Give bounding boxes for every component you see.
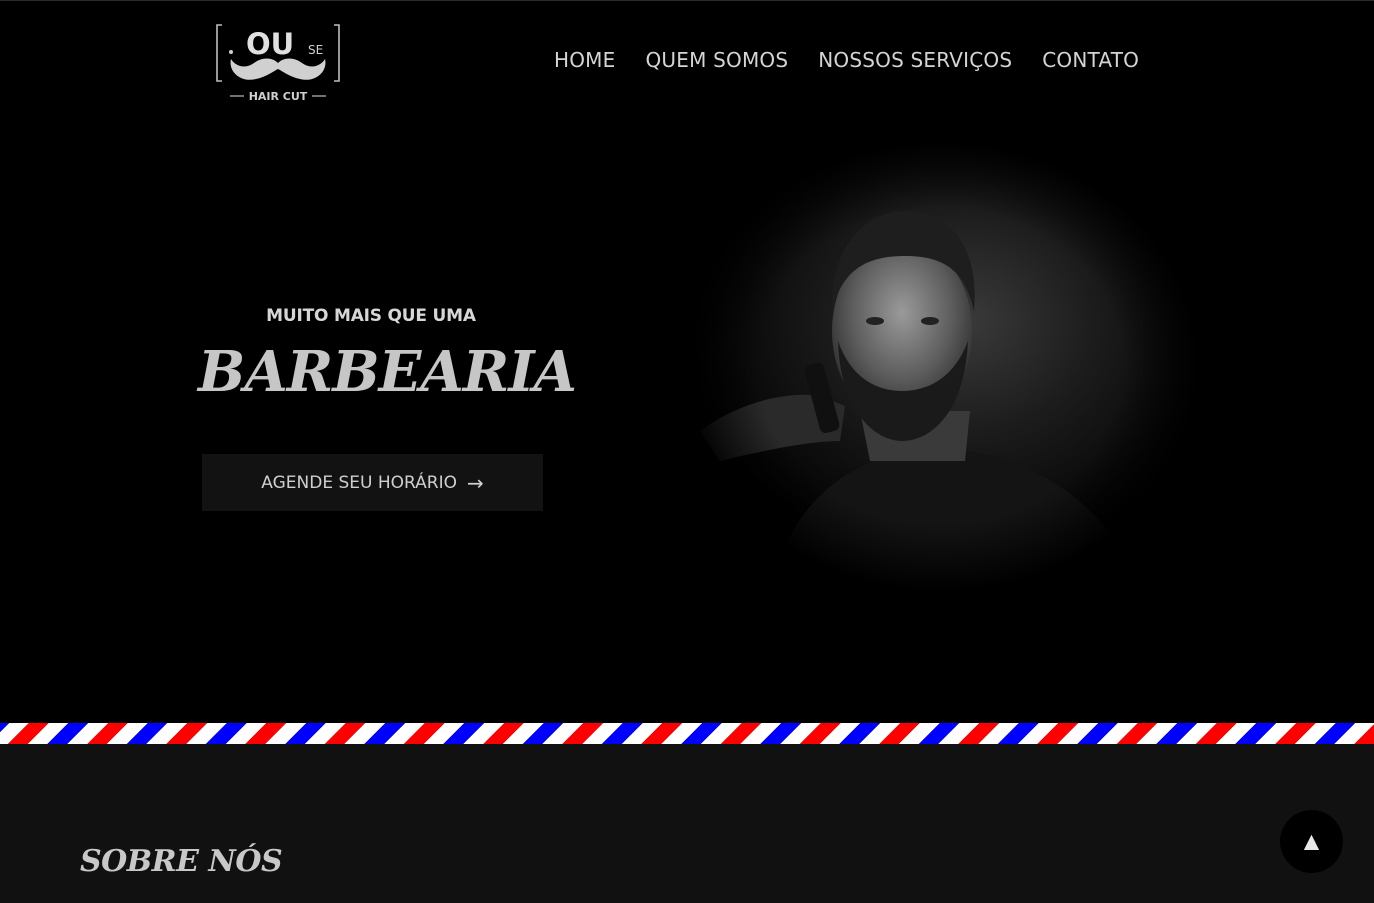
page: OU SE HAIR CUT HOME QUEM SOMOS NOSSOS SE… bbox=[0, 0, 1374, 903]
hero-text: MUITO MAIS QUE UMA BARBEARIA bbox=[198, 301, 577, 409]
nav-contato[interactable]: CONTATO bbox=[1042, 45, 1139, 75]
nav-quem-somos[interactable]: QUEM SOMOS bbox=[645, 45, 788, 75]
arrow-right-icon: → bbox=[466, 470, 484, 495]
schedule-button-label: AGENDE SEU HORÁRIO bbox=[261, 472, 457, 493]
about-title: SOBRE NÓS bbox=[80, 844, 283, 879]
logo-main-text: OU bbox=[246, 27, 294, 61]
nav-home[interactable]: HOME bbox=[554, 45, 615, 75]
barber-stripe-divider bbox=[0, 723, 1374, 744]
logo-tagline: HAIR CUT bbox=[249, 90, 308, 103]
logo-small-text: SE bbox=[308, 43, 323, 57]
nav-nossos-servicos[interactable]: NOSSOS SERVIÇOS bbox=[818, 45, 1012, 75]
arrow-up-icon: ▲ bbox=[1298, 825, 1325, 856]
schedule-button[interactable]: AGENDE SEU HORÁRIO → bbox=[202, 454, 543, 511]
back-to-top-button[interactable]: ▲ bbox=[1280, 810, 1343, 873]
hero-title: BARBEARIA bbox=[198, 339, 577, 405]
hero-eyebrow: MUITO MAIS QUE UMA bbox=[266, 306, 476, 326]
hero-barber-image bbox=[680, 141, 1200, 591]
main-nav: HOME QUEM SOMOS NOSSOS SERVIÇOS CONTATO bbox=[554, 45, 1139, 75]
about-section: SOBRE NÓS bbox=[0, 744, 1374, 903]
mustache-logo-icon: OU SE HAIR CUT bbox=[216, 24, 340, 103]
site-logo[interactable]: OU SE HAIR CUT bbox=[214, 21, 342, 103]
